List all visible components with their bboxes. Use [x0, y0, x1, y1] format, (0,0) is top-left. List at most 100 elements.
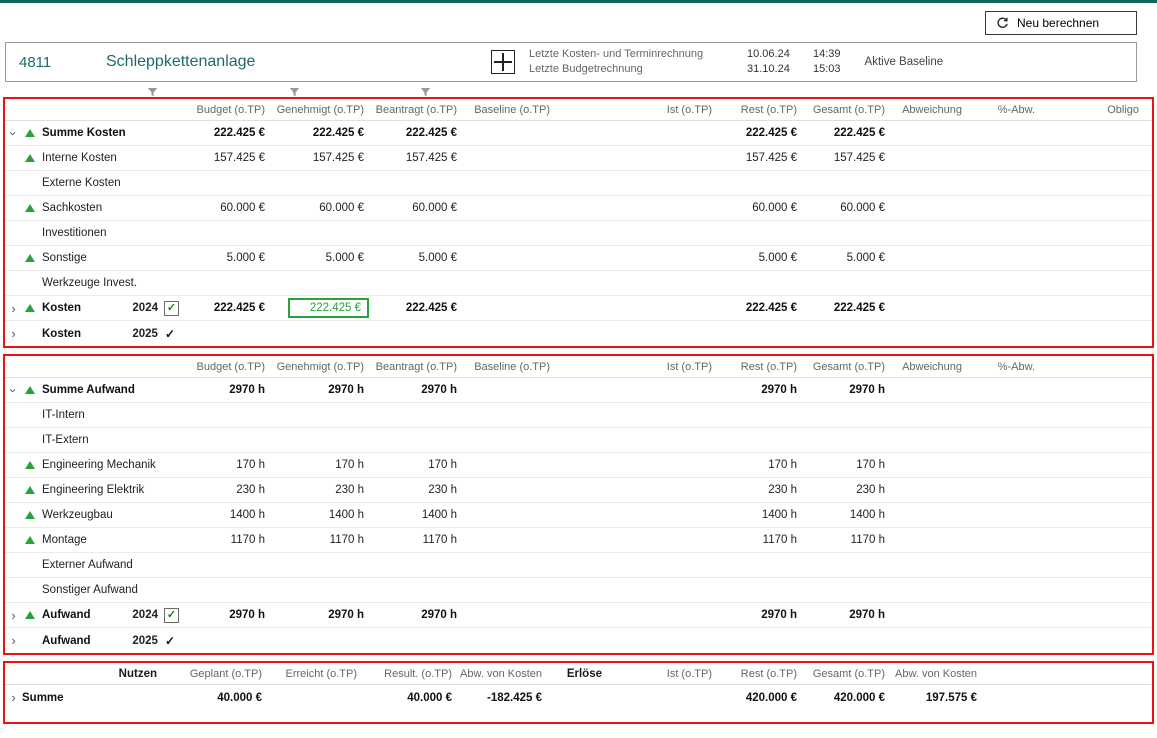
value-cell: 5.000 €: [720, 252, 805, 264]
value-cell: 2970 h: [805, 609, 893, 621]
value-cell: 222.425 €: [805, 302, 893, 314]
value-cell: 1170 h: [805, 534, 893, 546]
value-cell: 2970 h: [273, 609, 372, 621]
active-baseline-label: Aktive Baseline: [865, 56, 944, 68]
filter-icon[interactable]: [147, 85, 158, 103]
column-header[interactable]: Beantragt (o.TP): [372, 104, 465, 116]
status-up-triangle-icon: [25, 611, 35, 619]
value-cell: 60.000 €: [273, 202, 372, 214]
column-header[interactable]: Result. (o.TP): [365, 668, 460, 680]
year-checkbox[interactable]: ✓: [164, 301, 179, 316]
value-cell: 1170 h: [372, 534, 465, 546]
status-up-triangle-icon: [25, 536, 35, 544]
value-cell: 1400 h: [372, 509, 465, 521]
collapse-chevron-icon[interactable]: ›: [7, 125, 20, 142]
project-id: 4811: [19, 54, 94, 71]
expand-chevron-icon[interactable]: ›: [5, 327, 22, 340]
column-header[interactable]: Abw. von Kosten: [893, 668, 985, 680]
value-cell: -182.425 €: [460, 692, 550, 704]
column-header[interactable]: %-Abw.: [970, 104, 1043, 116]
value-cell: 60.000 €: [372, 202, 465, 214]
benefit-table: NutzenGeplant (o.TP)Erreicht (o.TP)Resul…: [3, 661, 1154, 724]
row-label-cell: Werkzeugbau: [5, 503, 185, 527]
table-header-row: Budget (o.TP)Genehmigt (o.TP)Beantragt (…: [5, 356, 1152, 378]
column-header[interactable]: Rest (o.TP): [720, 668, 805, 680]
column-header[interactable]: Geplant (o.TP): [165, 668, 270, 680]
status-up-triangle-icon: [25, 254, 35, 262]
status-up-triangle-icon: [25, 154, 35, 162]
column-header[interactable]: Baseline (o.TP): [465, 361, 558, 373]
column-header[interactable]: Genehmigt (o.TP): [273, 104, 372, 116]
column-header[interactable]: Beantragt (o.TP): [372, 361, 465, 373]
refresh-icon: [996, 17, 1009, 30]
table-row: ›Kosten2025✓: [5, 321, 1152, 346]
value-cell: 230 h: [372, 484, 465, 496]
value-cell: 222.425 €: [720, 302, 805, 314]
value-cell: 222.425 €: [273, 127, 372, 139]
column-header[interactable]: Obligo: [1043, 104, 1147, 116]
column-header[interactable]: %-Abw.: [970, 361, 1043, 373]
value-cell: 157.425 €: [273, 152, 372, 164]
value-cell: 230 h: [805, 484, 893, 496]
column-header[interactable]: Erlöse: [550, 668, 610, 680]
filter-icon[interactable]: [289, 85, 300, 103]
column-header[interactable]: Budget (o.TP): [185, 361, 273, 373]
value-cell: 1400 h: [185, 509, 273, 521]
column-header[interactable]: Budget (o.TP): [185, 104, 273, 116]
table-row: Engineering Mechanik170 h170 h170 h170 h…: [5, 453, 1152, 478]
expand-chevron-icon[interactable]: ›: [5, 691, 22, 704]
row-label: Summe: [22, 692, 64, 704]
table-row: Sonstiger Aufwand: [5, 578, 1152, 603]
value-cell: 1170 h: [720, 534, 805, 546]
table-row: Externer Aufwand: [5, 553, 1152, 578]
expand-chevron-icon[interactable]: ›: [5, 634, 22, 647]
expand-chevron-icon[interactable]: ›: [5, 302, 22, 315]
recalculate-button[interactable]: Neu berechnen: [985, 11, 1137, 35]
value-cell: 157.425 €: [720, 152, 805, 164]
column-header[interactable]: Ist (o.TP): [558, 104, 720, 116]
value-cell: 1400 h: [273, 509, 372, 521]
value-cell: 170 h: [720, 459, 805, 471]
column-header[interactable]: Abweichung: [893, 361, 970, 373]
add-button[interactable]: [491, 50, 515, 74]
row-label: IT-Intern: [42, 409, 85, 421]
value-cell: 222.425 €: [372, 302, 465, 314]
column-header[interactable]: Abw. von Kosten: [460, 668, 550, 680]
column-header[interactable]: Genehmigt (o.TP): [273, 361, 372, 373]
row-label: Sonstiger Aufwand: [42, 584, 138, 596]
filter-icon[interactable]: [420, 85, 431, 103]
value-cell: 197.575 €: [893, 692, 985, 704]
column-header[interactable]: Rest (o.TP): [720, 104, 805, 116]
column-header[interactable]: Gesamt (o.TP): [805, 668, 893, 680]
table-row: Externe Kosten: [5, 171, 1152, 196]
selected-value-cell[interactable]: 222.425 €: [273, 298, 372, 318]
table-row: Investitionen: [5, 221, 1152, 246]
cost-table: Budget (o.TP)Genehmigt (o.TP)Beantragt (…: [3, 97, 1154, 348]
column-header[interactable]: Ist (o.TP): [610, 668, 720, 680]
column-header[interactable]: Gesamt (o.TP): [805, 361, 893, 373]
table-row: Sonstige5.000 €5.000 €5.000 €5.000 €5.00…: [5, 246, 1152, 271]
column-header[interactable]: Rest (o.TP): [720, 361, 805, 373]
toolbar: Neu berechnen: [0, 3, 1157, 42]
last-calc-time: 14:39: [813, 47, 841, 62]
row-label: Engineering Elektrik: [42, 484, 144, 496]
expand-chevron-icon[interactable]: ›: [5, 609, 22, 622]
collapse-chevron-icon[interactable]: ›: [7, 382, 20, 399]
column-header[interactable]: Erreicht (o.TP): [270, 668, 365, 680]
value-cell: 222.425 €: [720, 127, 805, 139]
column-header[interactable]: Baseline (o.TP): [465, 104, 558, 116]
row-label-cell: Externer Aufwand: [5, 553, 185, 577]
row-label-cell: Engineering Elektrik: [5, 478, 185, 502]
column-header[interactable]: Ist (o.TP): [558, 361, 720, 373]
calculation-info: Letzte Kosten- und Terminrechnung Letzte…: [529, 47, 943, 77]
column-header[interactable]: Gesamt (o.TP): [805, 104, 893, 116]
column-header[interactable]: Abweichung: [893, 104, 970, 116]
value-cell: 230 h: [185, 484, 273, 496]
status-up-triangle-icon: [25, 511, 35, 519]
row-label: Werkzeuge Invest.: [42, 277, 137, 289]
year-checkbox[interactable]: ✓: [164, 608, 179, 623]
table-row: ›Summe Kosten222.425 €222.425 €222.425 €…: [5, 121, 1152, 146]
column-header[interactable]: Nutzen: [5, 668, 165, 680]
row-label: Interne Kosten: [42, 152, 117, 164]
value-cell: 222.425 €: [185, 302, 273, 314]
